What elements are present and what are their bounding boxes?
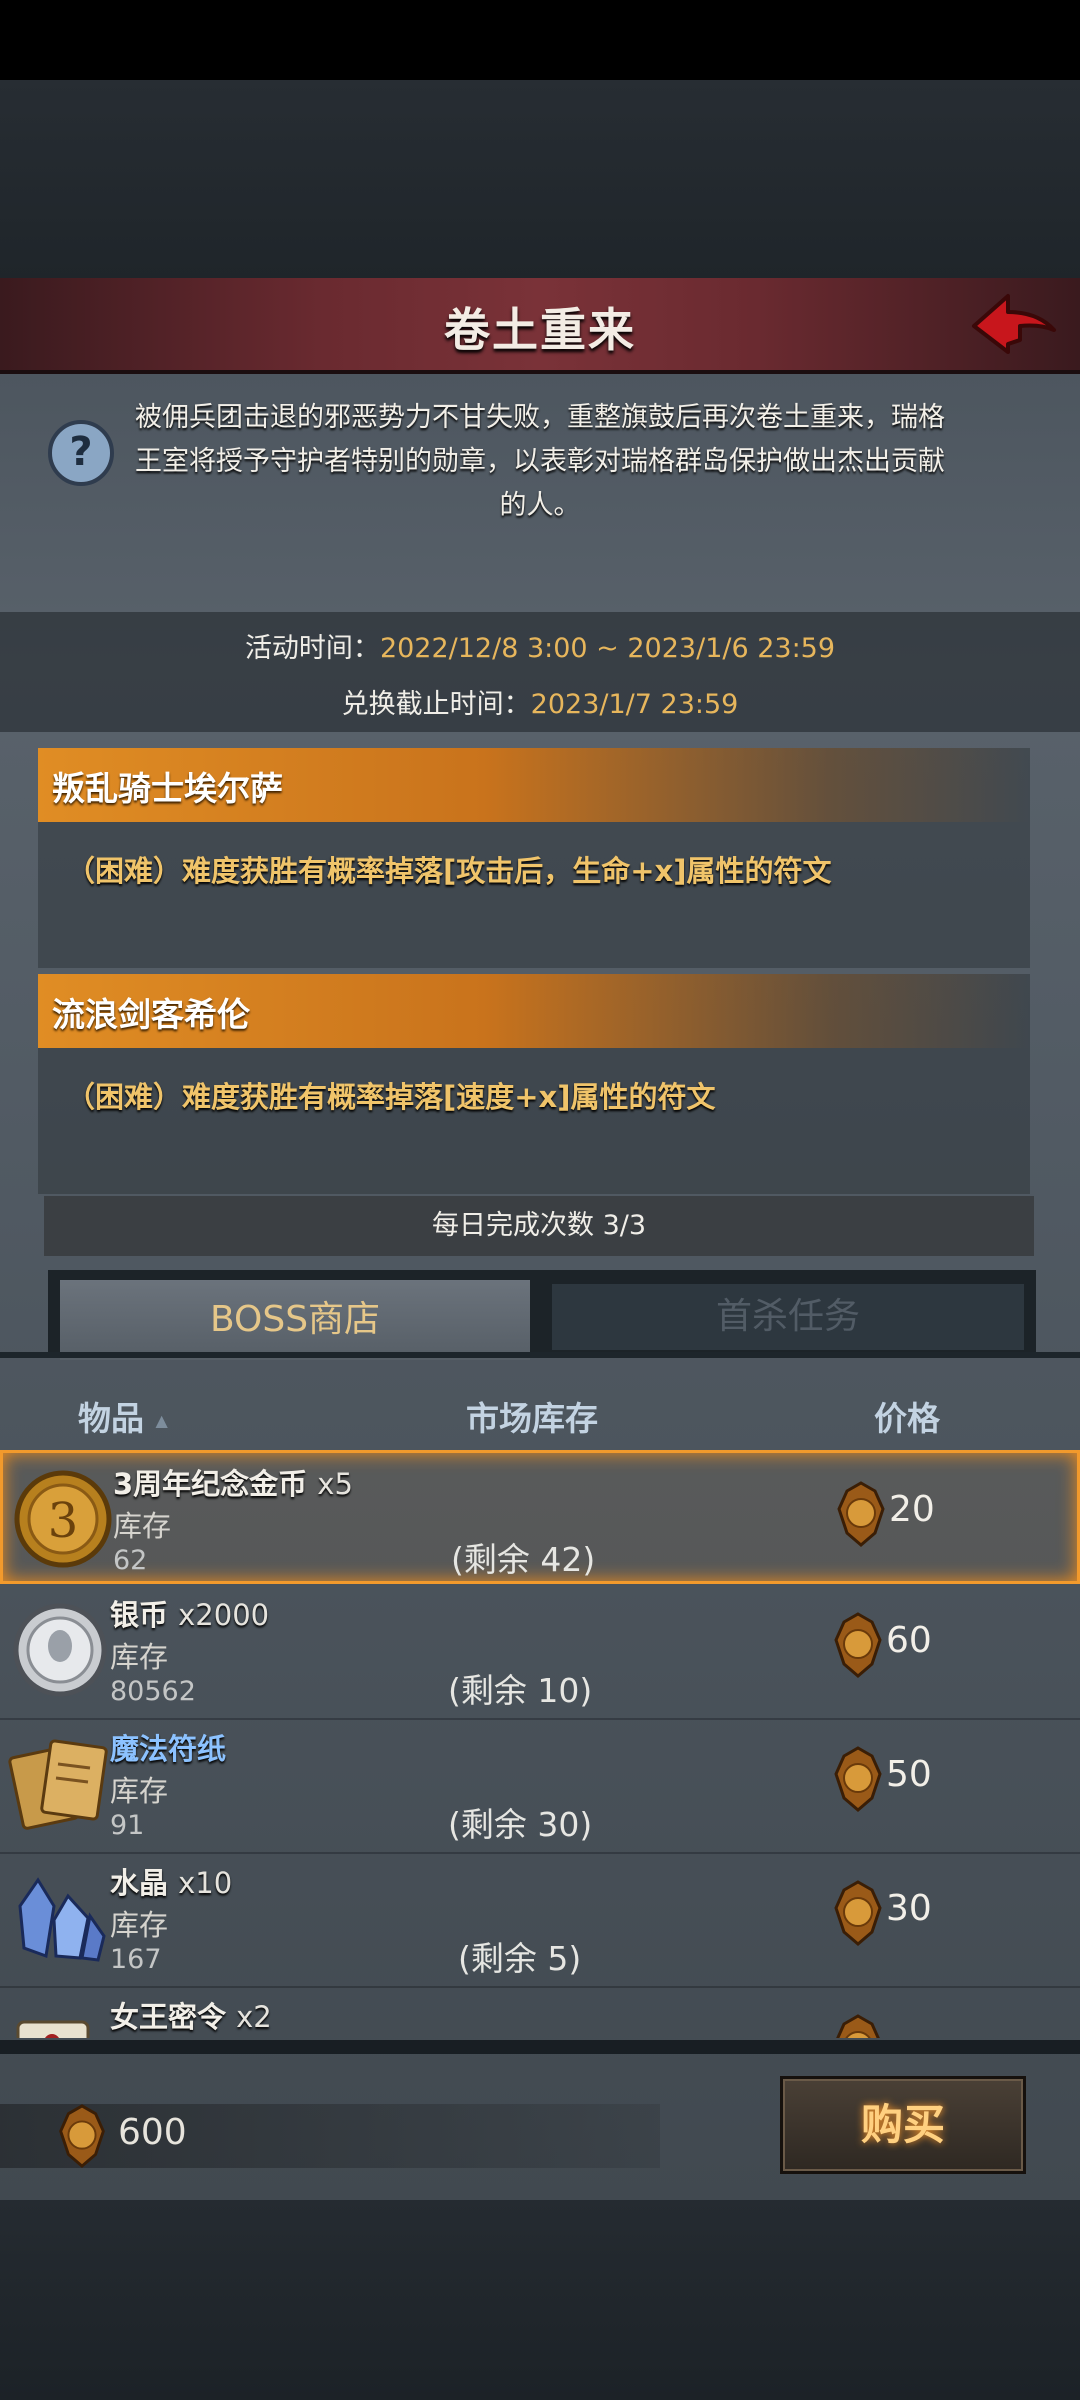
daily-completion-label: 每日完成次数 bbox=[431, 1210, 594, 1241]
silver-coin-icon bbox=[13, 1603, 107, 1697]
event-description: 被佣兵团击退的邪恶势力不甘失败，重整旗鼓后再次卷土重来，瑞格王室将授予守护者特别… bbox=[135, 402, 945, 521]
shop-item-row[interactable]: 水晶 x10 库存 167 (剩余 5) 30 bbox=[0, 1852, 1080, 1988]
back-arrow-icon[interactable] bbox=[968, 286, 1060, 362]
event-time-line: 活动时间：2022/12/8 3:00 ~ 2023/1/6 23:59 bbox=[0, 626, 1080, 665]
item-price: 20 bbox=[889, 1489, 935, 1530]
market-remaining: (剩余 5) bbox=[458, 1939, 582, 1978]
boss-drop-description: （困难）难度获胜有概率掉落[攻击后，生命+x]属性的符文 bbox=[66, 854, 832, 888]
item-price: 50 bbox=[886, 1754, 932, 1795]
column-header-item[interactable]: 物品 ▲ bbox=[78, 1392, 168, 1440]
tab-divider bbox=[0, 1352, 1080, 1358]
exchange-deadline-value: 2023/1/7 23:59 bbox=[530, 689, 739, 720]
boss-card-header: 叛乱骑士埃尔萨 bbox=[38, 748, 1030, 822]
boss-card-header: 流浪剑客希伦 bbox=[38, 974, 1030, 1048]
daily-completion: 每日完成次数 3/3 bbox=[44, 1196, 1034, 1256]
stock-label: 库存 bbox=[113, 1509, 172, 1543]
anniversary-coin-icon: 3 bbox=[14, 1470, 112, 1568]
item-name: 女王密令 x2 bbox=[110, 2000, 272, 2034]
stock-label: 库存 bbox=[110, 1774, 169, 1808]
svg-text:3: 3 bbox=[48, 1493, 79, 1549]
shop-item-row[interactable]: 女王密令 x2 bbox=[0, 1986, 1080, 2038]
buy-button[interactable]: 购买 bbox=[780, 2076, 1026, 2174]
item-name: 魔法符纸 bbox=[110, 1732, 227, 1766]
crystal-icon bbox=[18, 1877, 106, 1962]
boss-name: 叛乱骑士埃尔萨 bbox=[52, 769, 283, 808]
event-time-value: 2022/12/8 3:00 ~ 2023/1/6 23:59 bbox=[379, 633, 836, 664]
stock-value: 167 bbox=[110, 1944, 162, 1975]
item-name: 3周年纪念金币 x5 bbox=[113, 1467, 353, 1501]
column-header-stock: 市场库存 bbox=[466, 1399, 598, 1438]
column-item-label: 物品 bbox=[78, 1399, 144, 1438]
status-bar bbox=[0, 0, 1080, 80]
boss-card: 流浪剑客希伦 （困难）难度获胜有概率掉落[速度+x]属性的符文 bbox=[38, 974, 1030, 1194]
column-header-price: 价格 bbox=[874, 1399, 940, 1438]
tab-boss-shop[interactable]: BOSS商店 bbox=[60, 1280, 530, 1360]
title-banner: 卷土重来 bbox=[0, 278, 1080, 374]
event-time-panel: 活动时间：2022/12/8 3:00 ~ 2023/1/6 23:59 兑换截… bbox=[0, 612, 1080, 732]
queen-order-icon bbox=[16, 2020, 90, 2038]
boss-name: 流浪剑客希伦 bbox=[52, 995, 250, 1034]
shop-item-row[interactable]: 银币 x2000 库存 80562 (剩余 10) 60 bbox=[0, 1584, 1080, 1720]
stock-label: 库存 bbox=[110, 1908, 169, 1942]
item-price: 30 bbox=[886, 1888, 932, 1929]
exchange-deadline-line: 兑换截止时间：2023/1/7 23:59 bbox=[0, 682, 1080, 721]
boss-card: 叛乱骑士埃尔萨 （困难）难度获胜有概率掉落[攻击后，生命+x]属性的符文 bbox=[38, 748, 1030, 968]
daily-completion-value: 3/3 bbox=[602, 1210, 647, 1241]
item-name: 水晶 x10 bbox=[110, 1866, 233, 1900]
shop-item-list[interactable]: 3 3周年纪念金币 x5 库存 62 (剩余 42) 20 银币 x2000 库… bbox=[0, 1450, 1080, 2038]
medal-currency-icon bbox=[837, 1481, 885, 1547]
medal-currency-icon bbox=[59, 2104, 105, 2168]
shop-item-row[interactable]: 魔法符纸 库存 91 (剩余 30) 50 bbox=[0, 1718, 1080, 1854]
item-name: 银币 x2000 bbox=[110, 1598, 270, 1632]
list-bottom-divider bbox=[0, 2040, 1080, 2054]
medal-currency-icon bbox=[836, 2014, 880, 2038]
backdrop-top bbox=[0, 80, 1080, 280]
backdrop-bottom bbox=[0, 2200, 1080, 2400]
event-time-label: 活动时间： bbox=[244, 633, 380, 664]
exchange-deadline-label: 兑换截止时间： bbox=[341, 689, 531, 720]
stock-value: 80562 bbox=[110, 1676, 196, 1707]
market-remaining: (剩余 42) bbox=[451, 1540, 596, 1579]
page-title: 卷土重来 bbox=[444, 303, 636, 357]
medal-currency-icon bbox=[834, 1612, 882, 1678]
magic-paper-icon bbox=[8, 1739, 108, 1830]
help-icon[interactable]: ? bbox=[48, 420, 114, 486]
market-remaining: (剩余 10) bbox=[448, 1671, 593, 1710]
stock-value: 62 bbox=[113, 1545, 148, 1576]
tab-first-kill-tasks[interactable]: 首杀任务 bbox=[552, 1284, 1024, 1350]
stock-value: 91 bbox=[110, 1810, 145, 1841]
sort-asc-icon: ▲ bbox=[155, 1411, 168, 1430]
currency-balance: 600 bbox=[118, 2112, 187, 2153]
item-price: 60 bbox=[886, 1620, 932, 1661]
medal-currency-icon bbox=[834, 1746, 882, 1812]
stock-label: 库存 bbox=[110, 1640, 169, 1674]
medal-currency-icon bbox=[834, 1880, 882, 1946]
shop-item-row-selected[interactable]: 3 3周年纪念金币 x5 库存 62 (剩余 42) 20 bbox=[0, 1450, 1080, 1584]
boss-drop-description: （困难）难度获胜有概率掉落[速度+x]属性的符文 bbox=[66, 1080, 716, 1114]
market-remaining: (剩余 30) bbox=[448, 1805, 593, 1844]
